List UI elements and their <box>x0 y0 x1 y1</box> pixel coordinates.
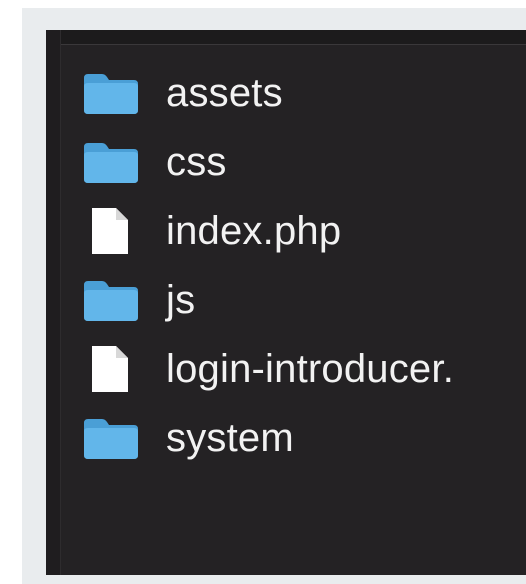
screenshot-frame: assets css index.php js login-introducer… <box>22 8 526 584</box>
document-icon <box>82 344 140 394</box>
finder-file-pane: assets css index.php js login-introducer… <box>46 30 526 575</box>
list-item-login-introducer[interactable]: login-introducer. <box>82 334 454 403</box>
folder-icon <box>82 413 140 463</box>
file-name-label: system <box>166 415 294 460</box>
pane-left-edge <box>46 30 61 575</box>
file-name-label: index.php <box>166 208 342 253</box>
file-name-label: css <box>166 139 227 184</box>
document-icon <box>82 206 140 256</box>
file-name-label: login-introducer. <box>166 346 455 391</box>
list-item-index-php[interactable]: index.php <box>82 196 454 265</box>
list-item-system[interactable]: system <box>82 403 454 472</box>
folder-icon <box>82 275 140 325</box>
list-item-css[interactable]: css <box>82 127 454 196</box>
list-item-js[interactable]: js <box>82 265 454 334</box>
folder-icon <box>82 137 140 187</box>
file-name-label: js <box>166 277 196 322</box>
file-name-label: assets <box>166 70 283 115</box>
file-list: assets css index.php js login-introducer… <box>82 58 454 472</box>
folder-icon <box>82 68 140 118</box>
list-item-assets[interactable]: assets <box>82 58 454 127</box>
pane-header-bar <box>46 30 526 45</box>
